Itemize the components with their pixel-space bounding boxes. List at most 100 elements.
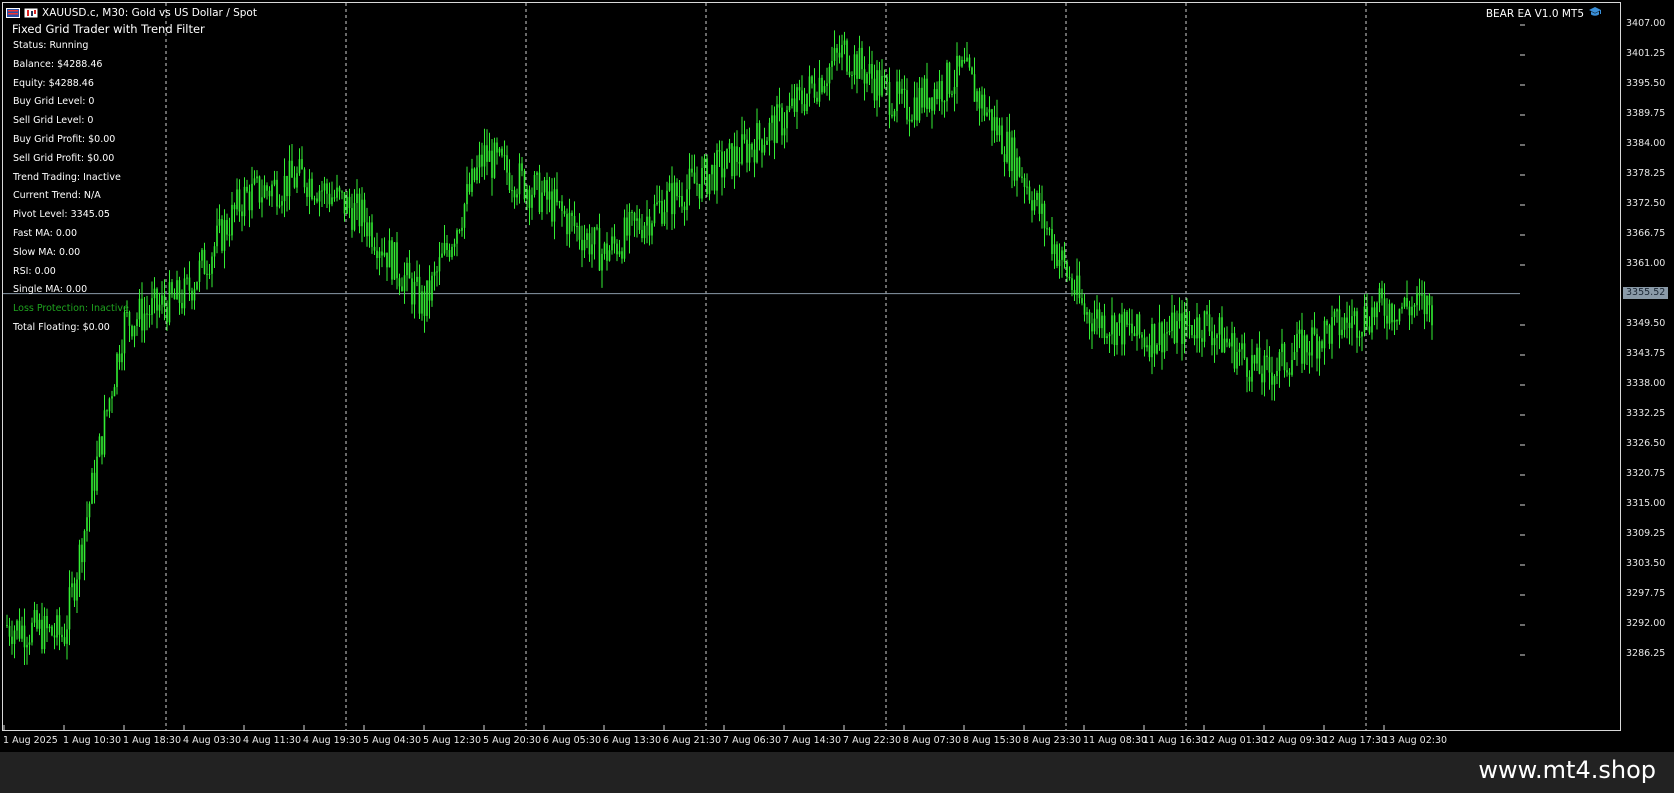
candle-body xyxy=(778,104,781,108)
plot-area[interactable] xyxy=(2,2,1621,731)
candle-body xyxy=(286,175,288,197)
price-axis-label: 3384.00 xyxy=(1626,138,1666,149)
ea-badge[interactable]: BEAR EA V1.0 MT5 xyxy=(1486,6,1602,21)
candle-body xyxy=(6,625,8,626)
candle-body xyxy=(741,134,743,164)
candle-body xyxy=(823,86,826,93)
candle-body xyxy=(376,250,378,258)
candle-body xyxy=(93,472,96,491)
candle-body xyxy=(806,93,808,112)
candle-body xyxy=(368,222,371,237)
candle-body xyxy=(653,204,656,224)
candle-body xyxy=(1121,314,1123,345)
candle-body xyxy=(453,243,456,247)
candle-body xyxy=(1333,311,1336,318)
candle-body xyxy=(1266,355,1268,358)
candle-body xyxy=(223,220,226,251)
candle-body xyxy=(1398,308,1401,322)
candle-body xyxy=(1323,320,1326,349)
time-axis-label: 6 Aug 05:30 xyxy=(543,735,602,746)
candle-body xyxy=(553,189,556,222)
candle-body xyxy=(1236,351,1238,369)
candle-body xyxy=(581,239,583,251)
candle-body xyxy=(141,298,143,331)
price-chart[interactable] xyxy=(3,3,1620,730)
candle-body xyxy=(821,77,823,93)
candle-body xyxy=(638,218,641,230)
time-axis-label: 12 Aug 01:30 xyxy=(1203,735,1268,746)
candle-body xyxy=(1258,347,1261,374)
candle-body xyxy=(266,185,268,191)
candle-body xyxy=(688,168,691,190)
candle-body xyxy=(163,295,166,308)
candle-body xyxy=(181,302,183,309)
candle-body xyxy=(1083,303,1086,315)
candle-body xyxy=(811,76,813,84)
candle-body xyxy=(173,294,176,300)
candle-body xyxy=(478,154,481,168)
candle-body xyxy=(963,59,966,62)
candle-body xyxy=(933,89,936,111)
candle-body xyxy=(1076,275,1078,295)
candle-body xyxy=(776,104,778,143)
candle-body xyxy=(1126,311,1128,325)
candle-body xyxy=(738,161,741,164)
candle-body xyxy=(803,104,806,112)
candle-body xyxy=(746,139,748,163)
candle-body xyxy=(148,314,151,316)
candle-body xyxy=(431,275,433,301)
candle-body xyxy=(1023,178,1026,187)
ea-info-line: Trend Trading: Inactive xyxy=(13,171,121,183)
candle-body xyxy=(731,143,733,177)
candle-body xyxy=(523,170,526,200)
candle-body xyxy=(26,644,28,648)
candle-body xyxy=(941,81,943,102)
candle-body xyxy=(1331,317,1333,344)
candle-body xyxy=(531,194,533,208)
candle-body xyxy=(1378,288,1381,303)
time-axis-label: 4 Aug 19:30 xyxy=(303,735,362,746)
candle-body xyxy=(936,89,938,99)
candle-body xyxy=(416,276,418,282)
candle-body xyxy=(278,205,281,207)
candle-body xyxy=(1381,288,1383,299)
candle-body xyxy=(753,149,756,163)
time-axis-label: 7 Aug 14:30 xyxy=(783,735,842,746)
candle-body xyxy=(38,619,41,629)
candle-body xyxy=(356,193,358,204)
candle-body xyxy=(1026,186,1028,188)
candle-body xyxy=(213,246,216,257)
time-axis-label: 12 Aug 09:30 xyxy=(1263,735,1328,746)
candle-body xyxy=(996,117,998,136)
candle-body xyxy=(13,630,16,644)
candle-body xyxy=(1316,334,1318,359)
candle-body xyxy=(763,144,766,153)
candle-body xyxy=(831,60,833,67)
candle-body xyxy=(238,189,241,212)
candle-body xyxy=(526,189,528,200)
candle-body xyxy=(1311,327,1313,356)
time-axis-label: 13 Aug 02:30 xyxy=(1383,735,1448,746)
candle-body xyxy=(291,160,293,178)
footer-bar: www.mt4.shop xyxy=(0,752,1674,793)
ea-info-line: Single MA: 0.00 xyxy=(13,284,88,296)
candle-body xyxy=(853,54,856,76)
candle-body xyxy=(561,201,563,212)
price-axis-label: 3326.50 xyxy=(1626,438,1666,449)
candle-body xyxy=(501,148,503,156)
candle-body xyxy=(186,277,188,279)
candle-body xyxy=(1318,341,1321,359)
candle-body xyxy=(1191,325,1193,336)
candle-body xyxy=(1371,307,1373,333)
ea-info-line: Balance: $4288.46 xyxy=(13,58,103,70)
candle-body xyxy=(1098,309,1101,329)
chart-window[interactable]: XAUUSD.c, M30: Gold vs US Dollar / Spot … xyxy=(0,0,1674,752)
candle-body xyxy=(538,172,541,213)
candle-body xyxy=(1103,315,1106,339)
candle-body xyxy=(236,189,238,210)
candle-body xyxy=(871,64,873,79)
candle-body xyxy=(641,229,643,239)
candle-body xyxy=(411,278,413,305)
candle-body xyxy=(63,637,66,644)
candle-body xyxy=(1338,309,1341,336)
